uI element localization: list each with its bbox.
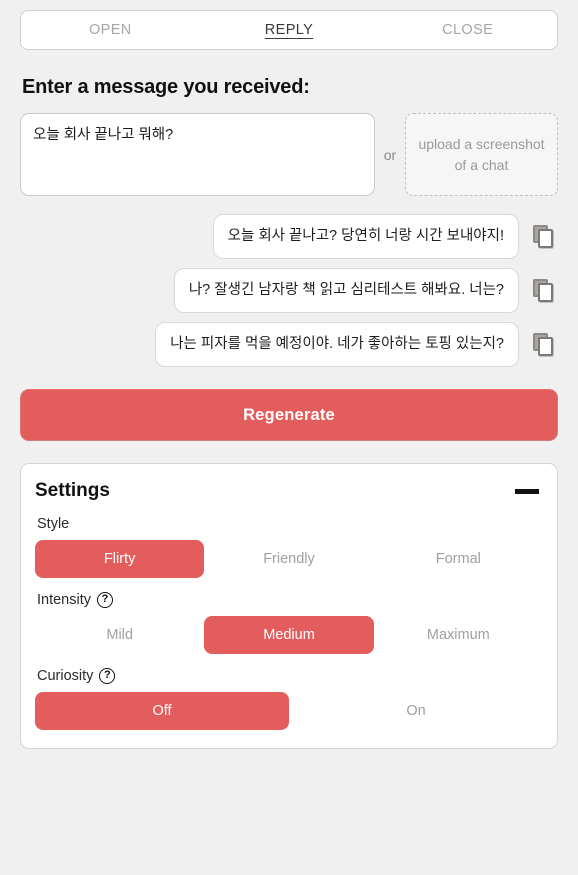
settings-title: Settings	[35, 480, 110, 502]
option-mild[interactable]: Mild	[35, 616, 204, 654]
setting-label-style: Style	[37, 516, 543, 532]
setting-options-style: Flirty Friendly Formal	[35, 540, 543, 579]
copy-icon[interactable]	[528, 330, 558, 360]
settings-panel: Settings Style Flirty Friendly Formal Intens…	[20, 463, 558, 750]
reply-item: 오늘 회사 끝나고? 당연히 너랑 시간 보내야지!	[20, 214, 558, 260]
setting-options-curiosity: Off On	[35, 692, 543, 731]
tab-close[interactable]: CLOSE	[378, 11, 557, 49]
app-root: OPEN REPLY CLOSE Enter a message you recei…	[0, 10, 578, 875]
setting-label-intensity: Intensity?	[37, 592, 543, 609]
question-mark-icon[interactable]: ?	[99, 668, 116, 685]
reply-bubble[interactable]: 오늘 회사 끝나고? 당연히 너랑 시간 보내야지!	[212, 214, 519, 260]
setting-options-intensity: Mild Medium Maximum	[35, 616, 543, 655]
option-flirty[interactable]: Flirty	[35, 540, 205, 579]
copy-icon[interactable]	[528, 276, 558, 306]
tab-reply[interactable]: REPLY	[200, 11, 379, 49]
message-input-row: or upload a screenshot of a chat	[20, 113, 558, 196]
reply-bubble[interactable]: 나는 피자를 먹을 예정이야. 네가 좋아하는 토핑 있는지?	[155, 322, 519, 368]
message-input[interactable]	[20, 113, 375, 196]
minus-icon[interactable]	[515, 488, 539, 494]
reply-bubble[interactable]: 나? 잘생긴 남자랑 책 읽고 심리테스트 해봐요. 너는?	[173, 268, 519, 314]
setting-label-text: Style	[37, 516, 70, 533]
regenerate-button[interactable]: Regenerate	[20, 389, 558, 442]
settings-header: Settings	[35, 480, 543, 502]
option-maximum[interactable]: Maximum	[374, 616, 543, 654]
option-formal[interactable]: Formal	[374, 540, 543, 578]
tab-open[interactable]: OPEN	[21, 11, 200, 49]
option-on[interactable]: On	[289, 692, 543, 730]
option-off[interactable]: Off	[35, 692, 289, 731]
settings-fields: Style Flirty Friendly Formal Intensity? Mild M…	[35, 516, 543, 731]
reply-item: 나는 피자를 먹을 예정이야. 네가 좋아하는 토핑 있는지?	[20, 322, 558, 368]
reply-item: 나? 잘생긴 남자랑 책 읽고 심리테스트 해봐요. 너는?	[20, 268, 558, 314]
option-friendly[interactable]: Friendly	[204, 540, 373, 578]
question-mark-icon[interactable]: ?	[97, 592, 113, 609]
mode-tabbar: OPEN REPLY CLOSE	[20, 10, 558, 50]
or-separator-label: or	[383, 146, 397, 163]
setting-label-text: Curiosity	[37, 668, 94, 685]
setting-label-text: Intensity	[37, 592, 91, 609]
option-medium[interactable]: Medium	[204, 616, 374, 655]
reply-suggestion-list: 오늘 회사 끝나고? 당연히 너랑 시간 보내야지! 나? 잘생긴 남자랑 책 읽…	[20, 214, 558, 368]
copy-icon[interactable]	[528, 222, 558, 252]
upload-screenshot-dropzone[interactable]: upload a screenshot of a chat	[405, 113, 558, 196]
setting-label-curiosity: Curiosity?	[37, 668, 543, 685]
page-title: Enter a message you received:	[22, 76, 310, 98]
